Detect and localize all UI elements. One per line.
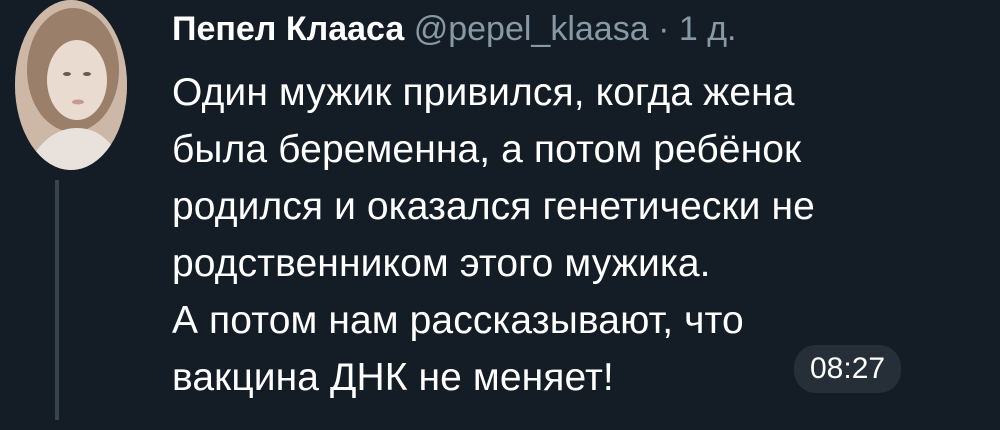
tweet-card[interactable]: Пепел Клааса @pepel_klaasa · 1 д. Один м… — [0, 0, 1000, 430]
tweet-header: Пепел Клааса @pepel_klaasa · 1 д. — [172, 8, 736, 50]
author-handle[interactable]: @pepel_klaasa — [414, 10, 649, 48]
tweet-text-line: А потом нам рассказывают, что — [172, 299, 744, 342]
avatar[interactable] — [15, 0, 127, 170]
tweet-text-line: родился и оказался генетически не — [172, 185, 815, 228]
separator-dot: · — [658, 10, 670, 48]
tweet-time[interactable]: 1 д. — [679, 10, 737, 48]
tweet-text-line: Один мужик привился, когда жена — [172, 71, 795, 114]
thread-line — [55, 180, 59, 420]
tweet-text-line: была беременна, а потом ребёнок — [172, 128, 802, 171]
author-name[interactable]: Пепел Клааса — [172, 10, 404, 48]
tweet-text-line: родственником этого мужика. — [172, 242, 711, 285]
timestamp-badge: 08:27 — [794, 345, 902, 393]
avatar-portrait-image — [15, 0, 127, 170]
